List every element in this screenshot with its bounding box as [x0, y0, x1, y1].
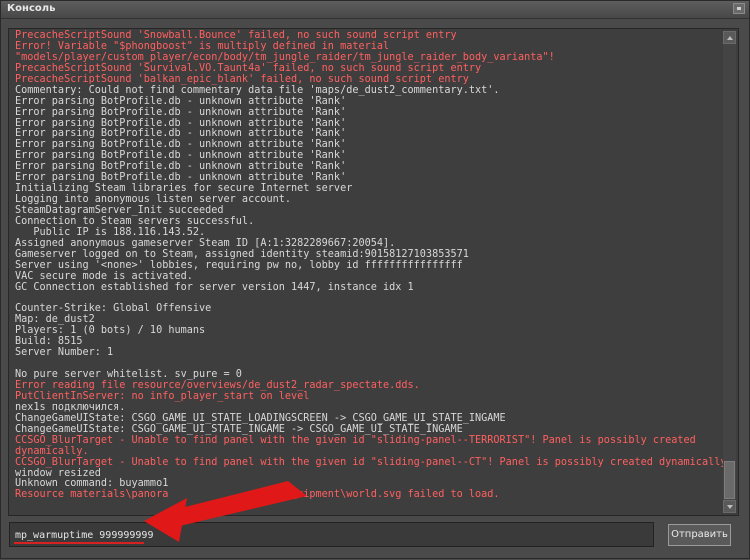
console-line: Players: 1 (0 bots) / 10 humans [15, 325, 206, 337]
console-window: Консоль PrecacheScriptSound 'Snowball.Bo… [0, 0, 750, 559]
console-line: Error parsing BotProfile.db - unknown at… [15, 106, 347, 118]
console-line: dynamically. [15, 445, 89, 457]
title-bar[interactable]: Консоль [1, 1, 749, 19]
scroll-thumb[interactable] [724, 461, 735, 499]
console-line: Resource materials\panora s\equipment\wo… [15, 489, 500, 501]
scroll-up-arrow-icon[interactable] [723, 31, 736, 44]
console-line: Server using '<none>' lobbies, requiring… [15, 259, 463, 271]
console-line: VAC secure mode is activated. [15, 270, 193, 282]
command-input-value: mp_warmuptime 999999999 [15, 530, 154, 541]
scroll-down-arrow-icon[interactable] [723, 500, 736, 513]
command-input[interactable]: mp_warmuptime 999999999 [9, 522, 654, 547]
close-icon[interactable] [733, 3, 745, 14]
console-line: Commentary: Could not find commentary da… [15, 84, 500, 96]
window-title: Консоль [7, 3, 56, 14]
submit-button[interactable]: Отправить [668, 524, 731, 546]
console-line: CCSGO_BlurTarget - Unable to find panel … [15, 456, 733, 468]
console-line: CCSGO_BlurTarget - Unable to find panel … [15, 434, 696, 446]
console-line: Counter-Strike: Global Offensive [15, 303, 212, 315]
console-line: Error parsing BotProfile.db - unknown at… [15, 95, 347, 107]
scrollbar[interactable] [723, 31, 736, 513]
console-line: Server Number: 1 [15, 347, 114, 359]
console-line: GC Connection established for server ver… [15, 281, 414, 293]
console-log: PrecacheScriptSound 'Snowball.Bounce' fa… [15, 30, 733, 501]
annotation-underline [14, 542, 144, 544]
console-output: PrecacheScriptSound 'Snowball.Bounce' fa… [8, 28, 739, 516]
console-line: Build: 8515 [15, 336, 83, 348]
